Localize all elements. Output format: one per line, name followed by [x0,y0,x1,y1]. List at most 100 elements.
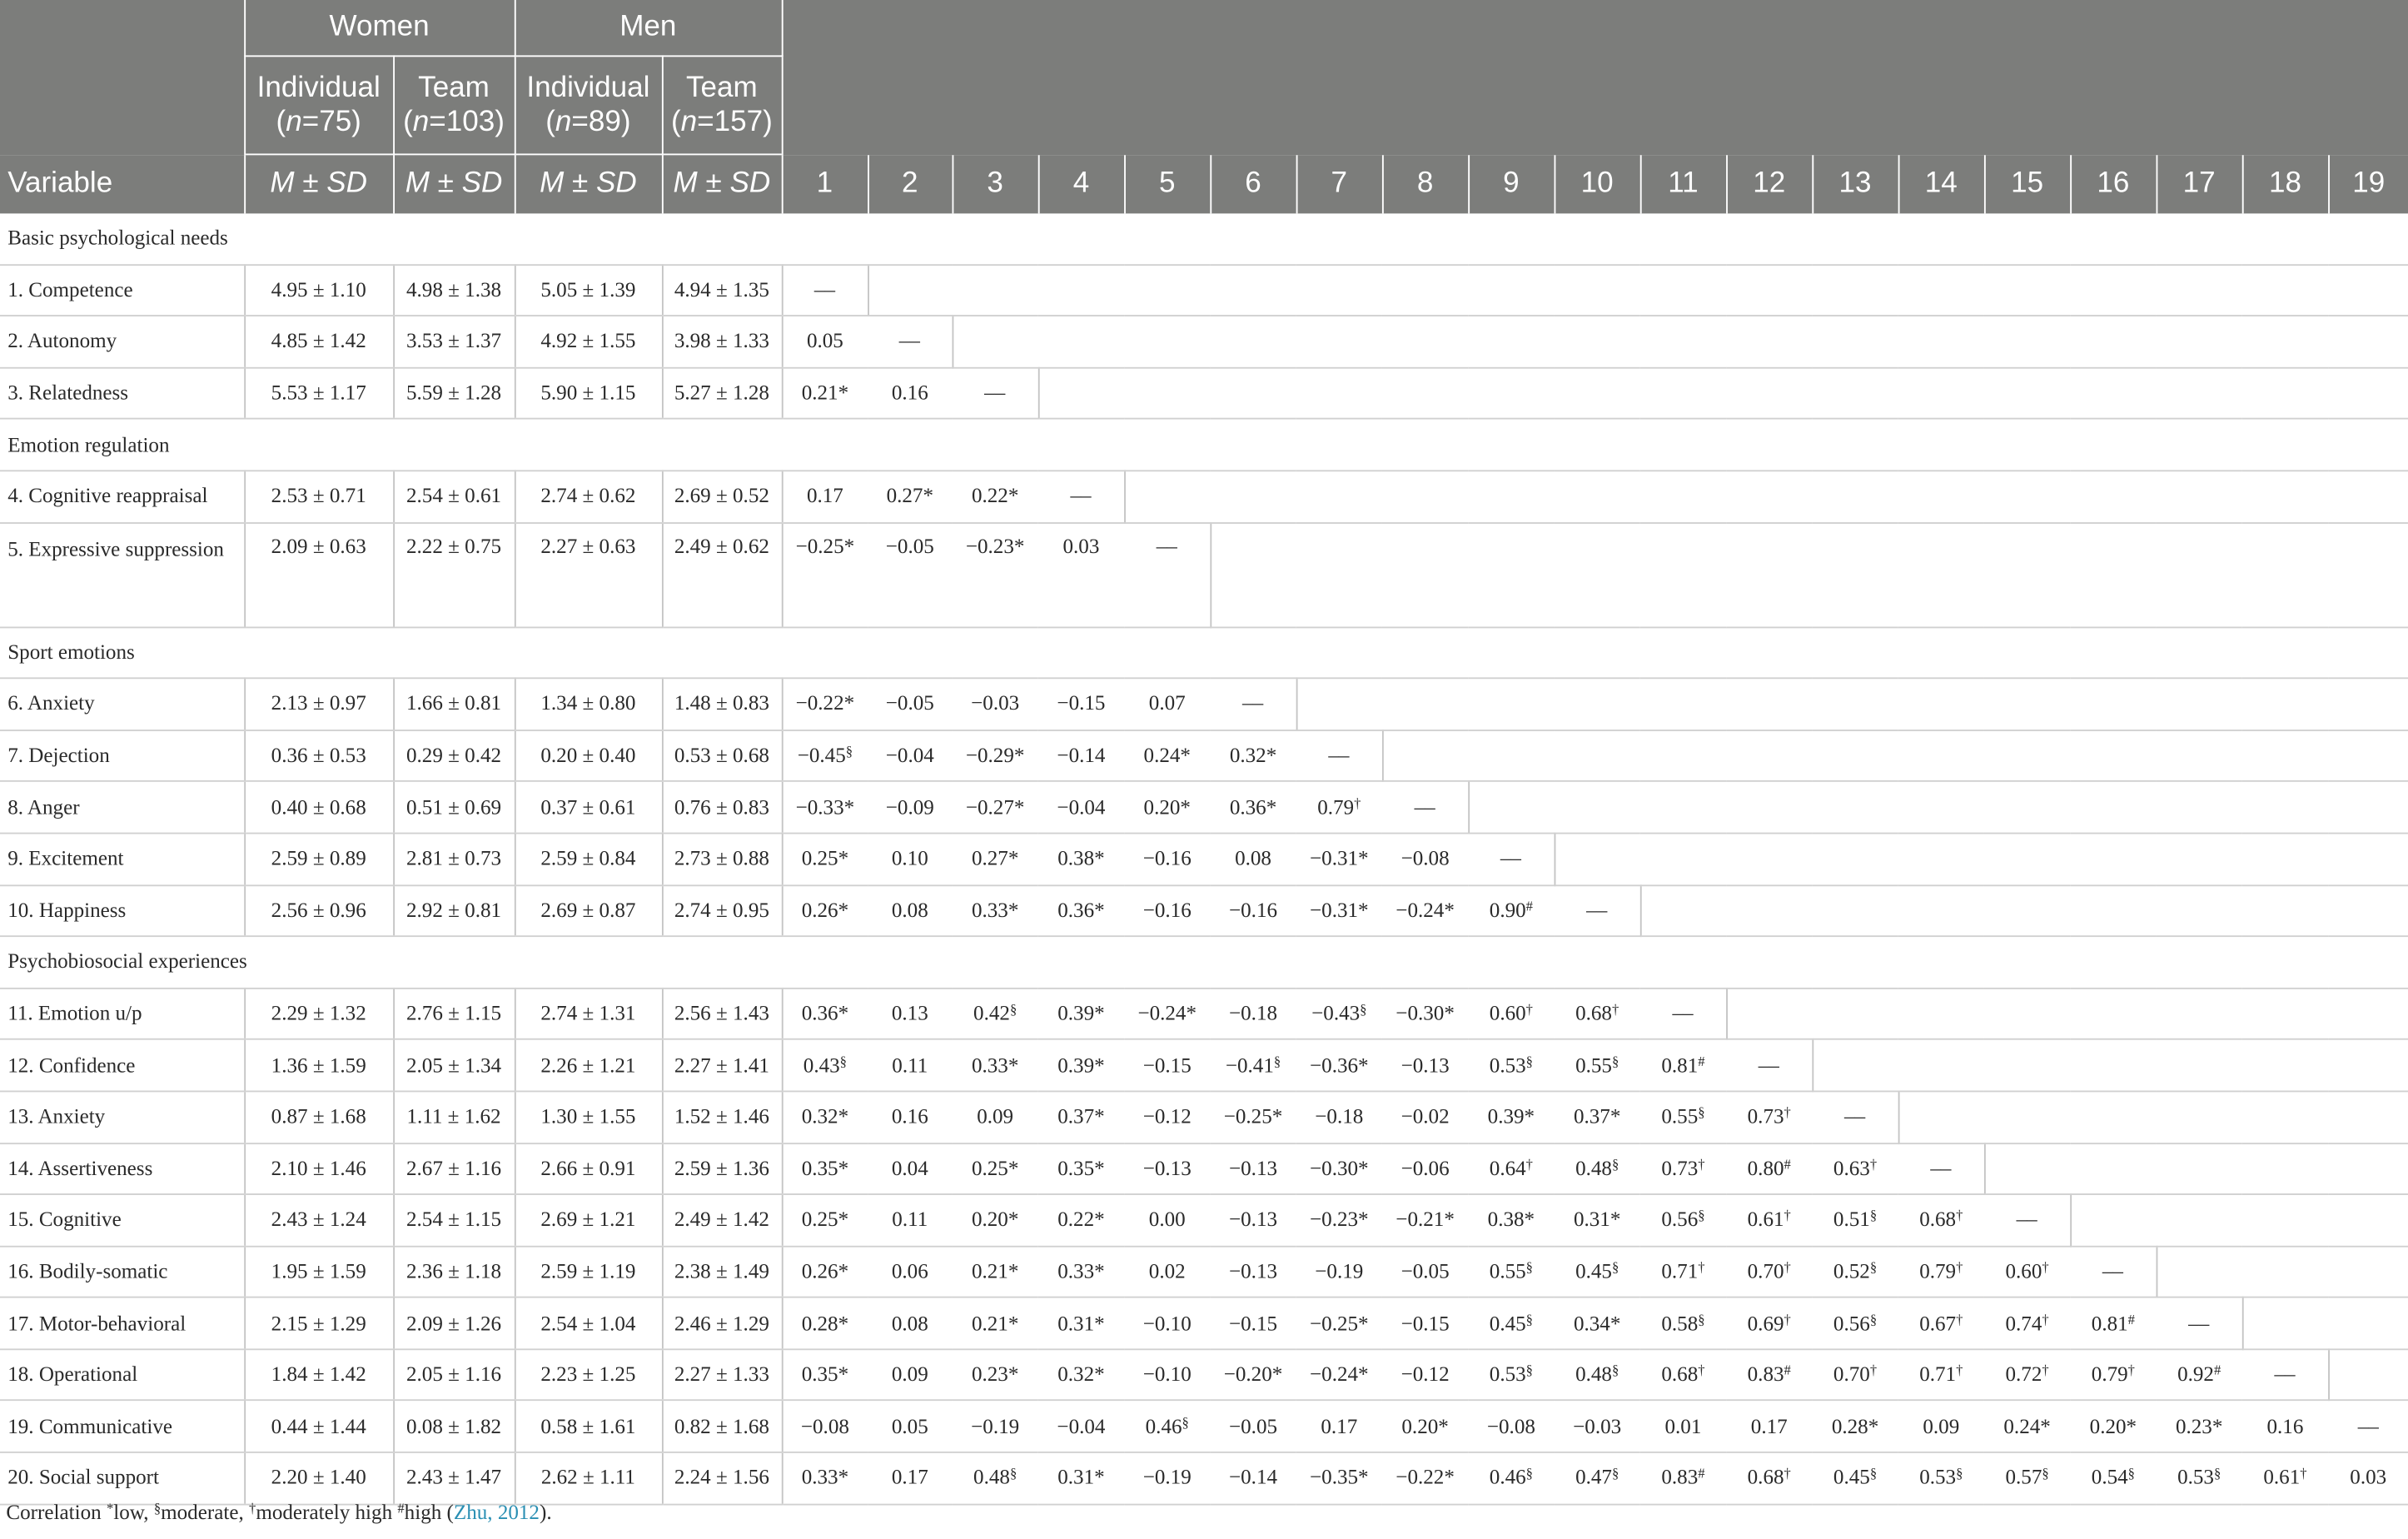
descriptive-cell: 2.59 ± 1.36 [661,1143,782,1196]
correlation-cell: 0.36* [1210,781,1296,834]
correlation-cell: 0.16 [868,1091,953,1144]
correlation-cell: 0.45§ [1468,1297,1555,1350]
descriptive-cell: 2.15 ± 1.29 [243,1297,394,1350]
subgroup-header: Individual (n=75) [243,56,395,156]
correlation-cell: −0.41§ [1210,1039,1296,1093]
correlation-cell: 0.80# [1726,1143,1813,1196]
n-prefix: ( [545,105,555,138]
descriptive-cell: 4.92 ± 1.55 [513,316,662,369]
empty-cell [1554,833,2408,886]
correlation-cell: −0.03 [1554,1401,1640,1453]
correlation-cell: 0.56§ [1812,1297,1898,1350]
descriptive-cell: 1.48 ± 0.83 [661,678,782,731]
correlation-cell: −0.08 [1468,1401,1555,1453]
descriptive-cell: 0.87 ± 1.68 [243,1091,394,1144]
correlation-cell: 0.68† [1898,1194,1984,1248]
table-row: 2. Autonomy 4.85 ± 1.42 3.53 ± 1.37 4.92 ± … [0,316,2408,369]
table-row: 12. Confidence 1.36 ± 1.59 2.05 ± 1.34 2.26… [0,1039,2408,1093]
stat-header: M ± SD [392,154,515,214]
column-number: 1 [780,154,869,214]
footnote-tail: ). [539,1500,552,1524]
empty-cell [1210,522,2408,628]
correlation-cell: 0.68† [1726,1452,1813,1505]
section-title: Sport emotions [0,626,2408,680]
n-variable: n [680,105,698,138]
correlation-cell: 0.53§ [1468,1039,1555,1093]
variable-name: 19. Communicative [0,1401,245,1453]
correlation-cell: −0.09 [868,781,953,834]
variable-name: 3. Relatedness [0,367,245,421]
correlation-cell: −0.31* [1296,884,1382,938]
correlation-cell: −0.08 [780,1401,868,1453]
empty-cell [1296,678,2408,731]
n-prefix: ( [670,105,681,138]
correlation-cell: 0.81# [1639,1039,1727,1093]
column-number: 10 [1553,154,1641,214]
correlation-cell: −0.16 [1124,833,1211,886]
descriptive-cell: 2.54 ± 0.61 [392,471,515,524]
correlation-cell: 0.24* [1983,1401,2071,1453]
citation-link[interactable]: Zhu, 2012 [454,1501,540,1524]
correlation-cell: 0.55§ [1468,1246,1555,1299]
correlation-cell: 0.54§ [2070,1452,2157,1505]
descriptive-cell: 2.92 ± 0.81 [392,884,515,938]
correlation-cell: 0.79† [1898,1246,1984,1299]
empty-cell [1812,1039,2408,1093]
column-number: 18 [2241,154,2330,214]
section-title: Basic psychological needs [0,213,2408,266]
variable-name: 13. Anxiety [0,1091,245,1144]
correlation-cell: −0.03 [952,678,1038,731]
correlation-cell: 0.61† [1726,1194,1813,1248]
correlation-cell: −0.16 [1124,884,1211,938]
correlation-cell: 0.72† [1983,1349,2071,1402]
correlation-cell: 0.70† [1812,1349,1898,1402]
stat-pm: ± [429,167,462,200]
empty-cell [1468,781,2408,834]
correlation-cell: 0.35* [1037,1143,1125,1196]
section-row: Psychobiosocial experiences [0,936,2408,989]
correlation-cell: −0.45§ [780,730,868,783]
subgroup-name: Individual [256,71,381,104]
correlation-cell: 0.17 [868,1452,953,1505]
correlation-cell: 0.90# [1468,884,1555,938]
results-table: Women Men Individual (n=75) Team (n=103) Ind… [0,0,2408,1505]
correlation-cell: 0.61† [2241,1452,2329,1505]
correlation-cell: 0.81# [2070,1297,2157,1350]
correlation-cell: −0.25* [1210,1091,1296,1144]
descriptive-cell: 0.44 ± 1.44 [243,1401,394,1453]
correlation-cell: 0.60† [1468,988,1555,1041]
variable-name: 20. Social support [0,1452,245,1505]
column-number: 7 [1295,154,1383,214]
descriptive-cell: 2.66 ± 0.91 [513,1143,662,1196]
correlation-cell: 0.53§ [1898,1452,1984,1505]
descriptive-cell: 5.05 ± 1.39 [513,264,662,317]
descriptive-cell: 0.29 ± 0.42 [392,730,515,783]
descriptive-cell: 2.29 ± 1.32 [243,988,394,1041]
correlation-cell: 0.27* [952,833,1038,886]
column-number: 6 [1209,154,1297,214]
descriptive-cell: 0.53 ± 0.68 [661,730,782,783]
empty-cell [1983,1143,2408,1196]
correlation-cell: 0.47§ [1554,1452,1640,1505]
stat-header: M ± SD [243,154,395,214]
correlation-cell: 0.63† [1812,1143,1898,1196]
correlation-cell: 0.52§ [1812,1246,1898,1299]
correlation-cell: −0.08 [1381,833,1469,886]
section-title: Emotion regulation [0,419,2408,472]
stat-m: M [673,167,698,200]
descriptive-cell: 2.74 ± 1.31 [513,988,662,1041]
correlation-cell: –‒ [2241,1349,2330,1402]
variable-name: 11. Emotion u/p [0,988,245,1041]
correlation-cell: 0.55§ [1554,1039,1640,1093]
n-value: =157) [697,105,773,138]
correlation-cell: −0.06 [1381,1143,1469,1196]
correlation-cell: −0.18 [1210,988,1296,1041]
correlation-cell: 0.09 [868,1349,953,1402]
correlation-cell: 0.05 [868,1401,953,1453]
correlation-cell: −0.43§ [1296,988,1382,1041]
descriptive-cell: 2.81 ± 0.73 [392,833,515,886]
correlation-cell: −0.13 [1210,1246,1296,1299]
correlation-cell: –‒ [2070,1246,2157,1299]
descriptive-cell: 4.85 ± 1.42 [243,316,394,369]
descriptive-cell: 2.26 ± 1.21 [513,1039,662,1093]
